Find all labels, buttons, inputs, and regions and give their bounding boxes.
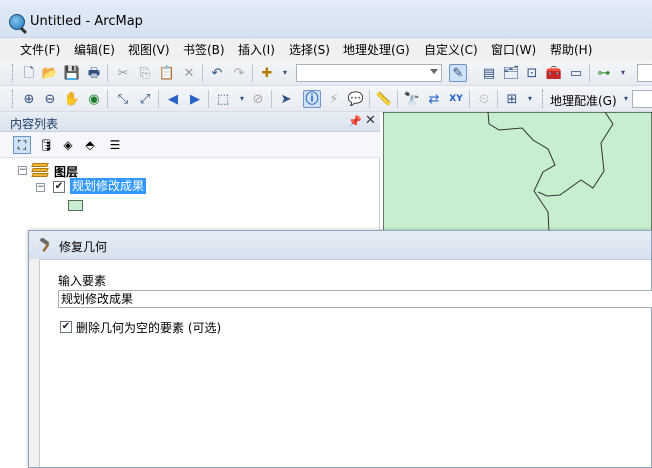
find-binoculars-icon[interactable]: 🔭 xyxy=(403,90,421,108)
toc-title: 内容列表 xyxy=(10,117,59,131)
fixed-zoom-in-icon[interactable]: ⤡ xyxy=(114,90,132,108)
menu-bookmarks[interactable]: 书签(B) xyxy=(183,41,225,58)
delete-icon[interactable]: ✕ xyxy=(180,64,198,82)
search-window-icon[interactable]: ⊡ xyxy=(523,64,541,82)
paste-icon[interactable]: 📋 xyxy=(158,64,176,82)
repair-geometry-dialog: 修复几何 输入要素 规划修改成果 ✔ 删除几何为空的要素 (可选) xyxy=(28,230,652,468)
dialog-title: 修复几何 xyxy=(59,240,108,254)
print-icon[interactable]: 🖶 xyxy=(85,64,103,82)
toolbar-overflow-icon[interactable]: ▾ xyxy=(614,64,632,82)
menu-customize[interactable]: 自定义(C) xyxy=(424,41,478,58)
select-features-icon[interactable]: ⬚ xyxy=(214,90,232,108)
layer-legend-swatch xyxy=(68,200,83,211)
list-by-selection-icon[interactable]: ⬘ xyxy=(81,136,99,154)
dialog-title-bar: 修复几何 xyxy=(29,231,651,259)
chevron-down-icon xyxy=(430,69,438,74)
toolbar-overflow-icon[interactable]: ▾ xyxy=(521,90,539,108)
layers-group-icon xyxy=(31,163,49,177)
toolbar-right-combo[interactable] xyxy=(637,64,652,82)
time-slider-icon[interactable]: ⏲ xyxy=(475,90,493,108)
clear-selection-icon[interactable]: ⊘ xyxy=(249,90,267,108)
menu-insert[interactable]: 插入(I) xyxy=(238,41,275,58)
pin-icon[interactable]: 📌 xyxy=(348,115,362,128)
html-popup-icon[interactable]: 💬 xyxy=(347,90,365,108)
select-elements-pointer-icon[interactable]: ➤ xyxy=(277,90,295,108)
forward-arrow-icon[interactable]: ▶ xyxy=(186,90,204,108)
table-of-contents-icon[interactable]: ▤ xyxy=(480,64,498,82)
editor-toolbar-icon[interactable]: ✎ xyxy=(449,64,467,82)
menu-selection[interactable]: 选择(S) xyxy=(289,41,330,58)
add-data-icon[interactable]: ✚ xyxy=(258,64,276,82)
map-scale-combo[interactable] xyxy=(296,64,442,82)
cut-icon[interactable]: ✂ xyxy=(114,64,132,82)
full-extent-globe-icon[interactable]: ◉ xyxy=(85,90,103,108)
menu-help[interactable]: 帮助(H) xyxy=(550,41,592,58)
menu-windows[interactable]: 窗口(W) xyxy=(491,41,536,58)
fixed-zoom-out-icon[interactable]: ⤢ xyxy=(136,90,154,108)
list-by-visibility-icon[interactable]: ◈ xyxy=(59,136,77,154)
toc-header: 内容列表 📌 ✕ xyxy=(0,112,380,132)
toolbar-grip[interactable] xyxy=(542,90,545,108)
magnifier-window-icon[interactable]: ⊞ xyxy=(503,90,521,108)
arctoolbox-icon[interactable]: 🧰 xyxy=(545,64,563,82)
options-icon[interactable]: ☰ xyxy=(106,136,124,154)
back-arrow-icon[interactable]: ◀ xyxy=(164,90,182,108)
add-data-dropdown-icon[interactable]: ▾ xyxy=(276,64,294,82)
menu-edit[interactable]: 编辑(E) xyxy=(74,41,115,58)
title-bar: Untitled - ArcMap xyxy=(0,0,652,38)
new-document-icon[interactable]: 🗋 xyxy=(20,64,38,82)
standard-toolbar: 🗋 📂 💾 🖶 ✂ ⎘ 📋 ✕ ↶ ↷ ✚ ▾ ✎ ▤ 🗂 ⊡ 🧰 ▭ ⊶ ▾ xyxy=(0,60,652,86)
collapse-layer-icon[interactable]: − xyxy=(36,183,45,192)
delete-null-checkbox[interactable]: ✔ xyxy=(60,321,72,333)
pan-hand-icon[interactable]: ✋ xyxy=(63,90,81,108)
python-window-icon[interactable]: ▭ xyxy=(567,64,585,82)
go-to-xy-icon[interactable]: XY xyxy=(447,90,465,108)
polygon-fill xyxy=(383,112,652,232)
delete-null-label: 删除几何为空的要素 (可选) xyxy=(76,321,222,335)
toc-toolbar: ⛶ 🛢 ◈ ⬘ ☰ xyxy=(0,132,380,158)
input-features-field[interactable]: 规划修改成果 xyxy=(58,290,652,308)
list-by-source-icon[interactable]: 🛢 xyxy=(37,136,55,154)
find-route-icon[interactable]: ⇄ xyxy=(425,90,443,108)
menu-file[interactable]: 文件(F) xyxy=(20,41,60,58)
menu-geoprocessing[interactable]: 地理处理(G) xyxy=(343,41,410,58)
hammer-icon xyxy=(39,238,50,252)
zoom-in-icon[interactable]: ⊕ xyxy=(20,90,38,108)
model-builder-icon[interactable]: ⊶ xyxy=(595,64,613,82)
zoom-out-icon[interactable]: ⊖ xyxy=(41,90,59,108)
menu-bar: 文件(F) 编辑(E) 视图(V) 书签(B) 插入(I) 选择(S) 地理处理… xyxy=(0,38,652,60)
georef-layer-combo[interactable] xyxy=(632,90,652,108)
catalog-icon[interactable]: 🗂 xyxy=(502,64,520,82)
toolbar-grip[interactable] xyxy=(12,64,15,82)
redo-icon[interactable]: ↷ xyxy=(230,64,248,82)
hyperlink-icon[interactable]: ⚡ xyxy=(325,90,343,108)
georeferencing-menu[interactable]: 地理配准(G) xyxy=(550,92,617,109)
layer-visibility-checkbox[interactable]: ✔ xyxy=(53,181,65,193)
undo-icon[interactable]: ↶ xyxy=(208,64,226,82)
close-icon[interactable]: ✕ xyxy=(365,113,376,128)
save-icon[interactable]: 💾 xyxy=(63,64,81,82)
measure-icon[interactable]: 📏 xyxy=(375,90,393,108)
dialog-body: 输入要素 规划修改成果 ✔ 删除几何为空的要素 (可选) xyxy=(39,259,652,467)
open-folder-icon[interactable]: 📂 xyxy=(41,64,59,82)
list-by-drawing-order-icon[interactable]: ⛶ xyxy=(13,136,31,154)
menu-view[interactable]: 视图(V) xyxy=(128,41,170,58)
collapse-layers-icon[interactable]: − xyxy=(18,166,27,175)
copy-icon[interactable]: ⎘ xyxy=(136,64,154,82)
toolbar-grip[interactable] xyxy=(12,90,15,108)
arcmap-app-icon xyxy=(9,14,25,30)
layer-name-selected[interactable]: 规划修改成果 xyxy=(70,178,147,194)
window-title: Untitled - ArcMap xyxy=(30,14,143,29)
input-features-label: 输入要素 xyxy=(58,274,107,288)
tools-toolbar: ⊕ ⊖ ✋ ◉ ⤡ ⤢ ◀ ▶ ⬚ ▾ ⊘ ➤ ⓘ ⚡ 💬 📏 🔭 ⇄ XY ⏲… xyxy=(0,86,652,112)
identify-info-icon[interactable]: ⓘ xyxy=(303,90,321,108)
